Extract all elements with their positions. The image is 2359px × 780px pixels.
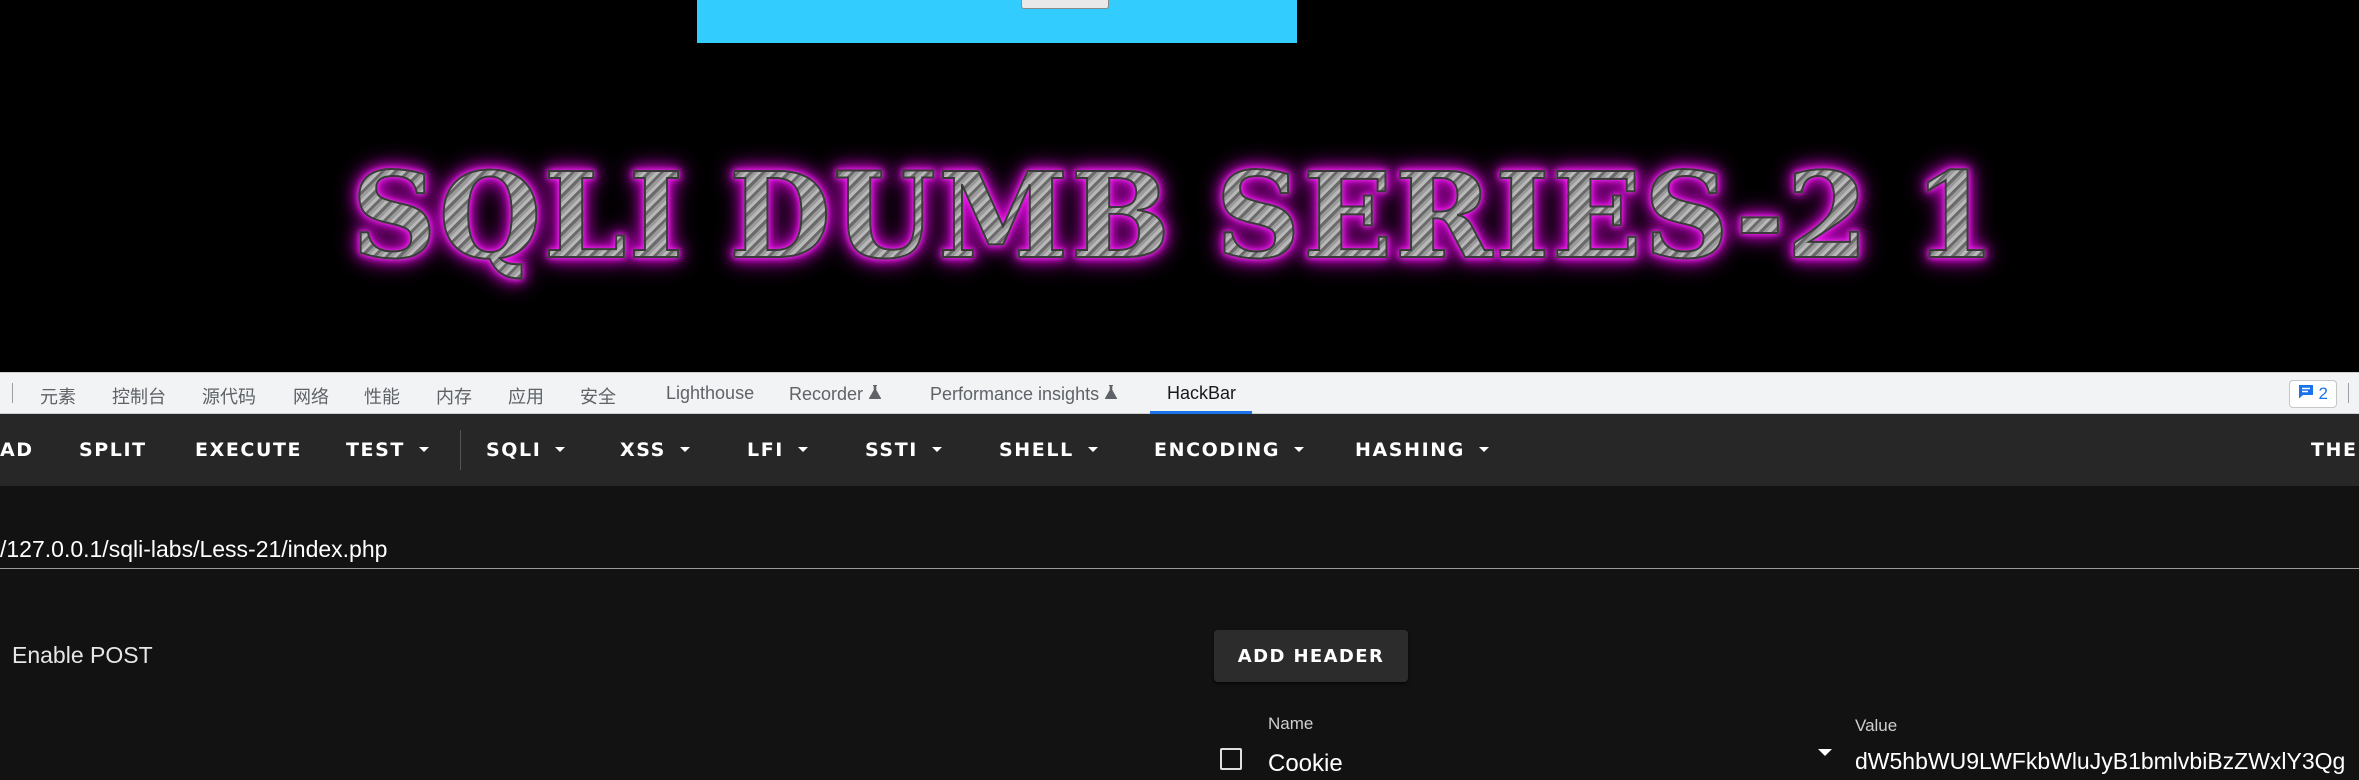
issues-count: 2	[2318, 384, 2328, 403]
caret-down-icon	[1294, 447, 1305, 452]
sqli-menu[interactable]: SQLI	[486, 439, 566, 461]
caret-down-icon	[931, 447, 942, 452]
login-panel	[697, 0, 1297, 43]
tab-lighthouse[interactable]: Lighthouse	[666, 383, 754, 404]
caret-down-icon	[555, 447, 566, 452]
tab-elements[interactable]: 元素	[40, 383, 76, 409]
tab-application[interactable]: 应用	[508, 383, 544, 409]
ssti-menu[interactable]: SSTI	[865, 439, 942, 461]
test-menu-label: TEST	[346, 439, 405, 461]
header-name-label: Name	[1268, 714, 1314, 733]
divider	[460, 430, 461, 470]
tab-console[interactable]: 控制台	[112, 383, 166, 409]
tab-performance[interactable]: 性能	[364, 383, 400, 409]
shell-menu[interactable]: SHELL	[999, 439, 1098, 461]
tab-security[interactable]: 安全	[580, 383, 616, 409]
execute-button[interactable]: EXECUTE	[195, 439, 302, 461]
header-value-label: Value	[1855, 716, 1898, 735]
url-input[interactable]: /127.0.0.1/sqli-labs/Less-21/index.php	[0, 536, 2359, 569]
enable-post-toggle[interactable]: Enable POST	[12, 642, 153, 669]
header-value-field[interactable]: dW5hbWU9LWFkbWluJyB1bmlvbiBzZWxlY3Qg	[1855, 748, 2345, 775]
issues-icon	[2298, 384, 2314, 404]
hashing-menu[interactable]: HASHING	[1355, 439, 1489, 461]
tab-hackbar[interactable]: HackBar	[1167, 383, 1236, 404]
caret-down-icon	[797, 447, 808, 452]
split-button[interactable]: SPLIT	[79, 439, 147, 461]
caret-down-icon	[418, 447, 429, 452]
tab-performance-insights[interactable]: Performance insights	[930, 383, 1118, 405]
tab-recorder[interactable]: Recorder	[789, 383, 882, 405]
devtools-tab-bar: 元素 控制台 源代码 网络 性能 内存 应用 安全 Lighthouse Rec…	[0, 372, 2359, 414]
chevron-down-icon[interactable]	[1818, 749, 1832, 756]
hackbar-toolbar: AD SPLIT EXECUTE TEST SQLI XSS LFI SSTI …	[0, 414, 2359, 486]
tab-performance-insights-label: Performance insights	[930, 384, 1100, 404]
caret-down-icon	[1087, 447, 1098, 452]
issues-badge[interactable]: 2	[2288, 380, 2337, 408]
tab-sources[interactable]: 源代码	[202, 383, 256, 409]
hashing-menu-label: HASHING	[1355, 439, 1465, 461]
lfi-menu-label: LFI	[747, 439, 784, 461]
page-content: SQLI DUMB SERIES-2 1	[0, 0, 2359, 372]
caret-down-icon	[1478, 447, 1489, 452]
header-name-field[interactable]: Cookie	[1268, 750, 1343, 778]
caret-down-icon	[679, 447, 690, 452]
divider	[2348, 383, 2349, 403]
tab-memory[interactable]: 内存	[436, 383, 472, 409]
load-button[interactable]: AD	[0, 439, 34, 461]
flask-icon	[869, 383, 882, 404]
submit-button[interactable]	[1021, 0, 1109, 9]
shell-menu-label: SHELL	[999, 439, 1074, 461]
header-enabled-checkbox[interactable]	[1220, 748, 1242, 770]
banner-title: SQLI DUMB SERIES-2 1	[350, 145, 1998, 286]
hackbar-panel: AD SPLIT EXECUTE TEST SQLI XSS LFI SSTI …	[0, 414, 2359, 780]
tab-network[interactable]: 网络	[293, 383, 329, 409]
sqli-menu-label: SQLI	[486, 439, 542, 461]
theme-menu[interactable]: THEI	[2311, 439, 2359, 461]
xss-menu-label: XSS	[620, 439, 666, 461]
ssti-menu-label: SSTI	[865, 439, 918, 461]
banner: SQLI DUMB SERIES-2 1	[0, 140, 2359, 290]
encoding-menu-label: ENCODING	[1154, 439, 1281, 461]
lfi-menu[interactable]: LFI	[747, 439, 808, 461]
test-menu[interactable]: TEST	[346, 439, 429, 461]
flask-icon	[1105, 383, 1118, 404]
encoding-menu[interactable]: ENCODING	[1154, 439, 1305, 461]
xss-menu[interactable]: XSS	[620, 439, 690, 461]
tab-recorder-label: Recorder	[789, 384, 864, 404]
divider	[12, 383, 13, 403]
add-header-button[interactable]: ADD HEADER	[1214, 630, 1408, 682]
